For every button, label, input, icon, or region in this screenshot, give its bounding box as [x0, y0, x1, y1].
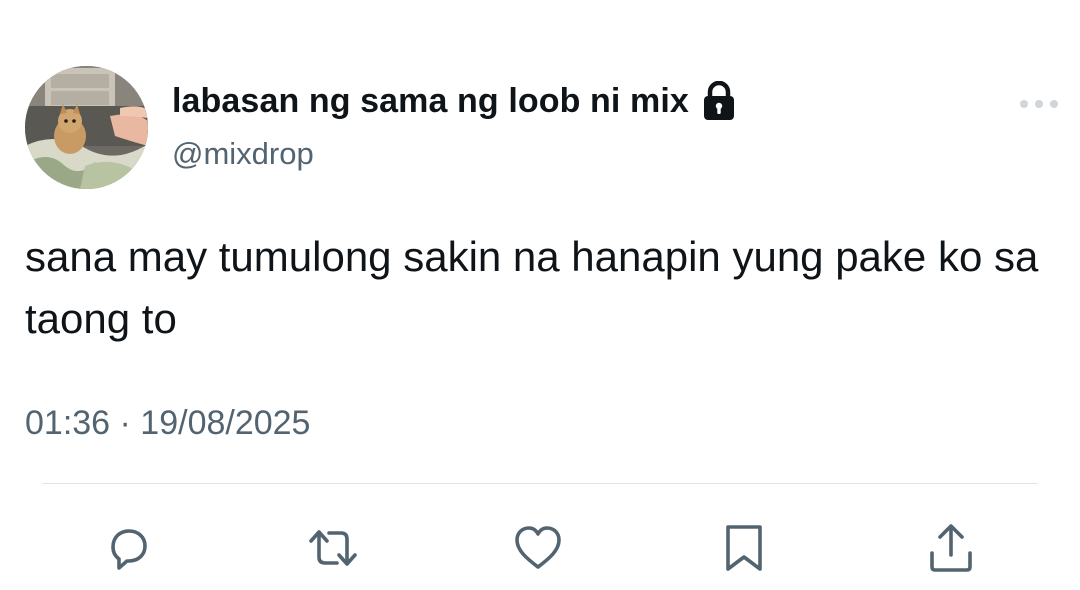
reply-button[interactable] — [98, 518, 158, 578]
dot-icon — [1020, 100, 1028, 108]
like-icon — [515, 526, 561, 569]
divider — [42, 483, 1038, 484]
tweet-timestamp[interactable]: 01:36 · 19/08/2025 — [25, 404, 310, 443]
dot-icon — [1035, 100, 1043, 108]
author-handle[interactable]: @mixdrop — [172, 136, 314, 172]
more-options-icon[interactable] — [1020, 92, 1058, 116]
share-icon — [930, 524, 972, 572]
bookmark-button[interactable] — [714, 518, 774, 578]
author-row: labasan ng sama ng loob ni mix — [172, 80, 737, 121]
retweet-button[interactable] — [303, 518, 363, 578]
retweet-icon — [309, 530, 357, 566]
dot-icon — [1050, 100, 1058, 108]
cat-photo-avatar — [25, 66, 148, 189]
bookmark-icon — [726, 525, 762, 571]
like-button[interactable] — [508, 518, 568, 578]
tweet-detail: labasan ng sama ng loob ni mix @mixdrop … — [0, 0, 1080, 590]
action-bar — [0, 518, 1080, 578]
display-name[interactable]: labasan ng sama ng loob ni mix — [172, 82, 689, 121]
reply-icon — [111, 529, 147, 570]
avatar[interactable] — [25, 66, 148, 189]
lock-icon — [701, 80, 737, 121]
share-button[interactable] — [921, 518, 981, 578]
tweet-text: sana may tumulong sakin na hanapin yung … — [25, 233, 1039, 342]
